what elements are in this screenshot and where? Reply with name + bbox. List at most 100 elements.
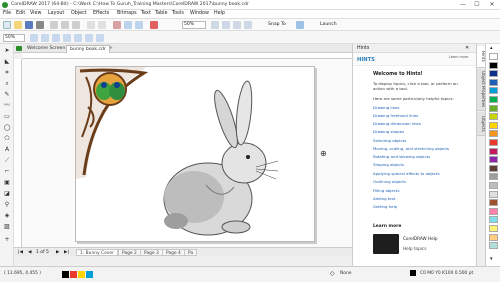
launch-dropdown[interactable]: Launch xyxy=(320,22,337,27)
zoom-all-objects-icon[interactable] xyxy=(63,34,71,42)
zoom-out-icon[interactable] xyxy=(41,34,49,42)
ornament-corner-with-birds[interactable] xyxy=(76,67,149,179)
palette-swatch[interactable] xyxy=(489,199,498,207)
menu-layout[interactable]: Layout xyxy=(48,11,64,16)
page-tab-2[interactable]: Page 2 xyxy=(118,249,141,256)
save-icon[interactable] xyxy=(25,21,33,29)
palette-swatch[interactable] xyxy=(489,173,498,181)
drop-shadow-tool-icon[interactable]: ▣ xyxy=(3,179,11,186)
palette-scroll-up-icon[interactable]: ▴ xyxy=(490,45,493,51)
menu-window[interactable]: Window xyxy=(190,11,209,16)
palette-swatch[interactable] xyxy=(489,164,498,172)
menu-table[interactable]: Table xyxy=(155,11,167,16)
bunny-illustration[interactable] xyxy=(163,80,279,236)
palette-swatch[interactable] xyxy=(489,139,498,146)
hint-topic-rotating-skewing[interactable]: Rotating and skewing objects xyxy=(373,154,430,159)
redo-icon[interactable] xyxy=(98,21,106,29)
zoom-to-page-icon[interactable] xyxy=(74,34,82,42)
palette-swatch[interactable] xyxy=(489,182,498,189)
first-page-icon[interactable]: |◀ xyxy=(18,250,23,255)
cut-icon[interactable] xyxy=(50,21,58,29)
palette-swatch[interactable] xyxy=(489,225,498,232)
menu-object[interactable]: Object xyxy=(71,11,87,16)
drawing-canvas[interactable]: ⊕ xyxy=(22,59,352,247)
crop-tool-icon[interactable]: ⌗ xyxy=(3,69,11,76)
zoom-level-field[interactable]: 50% xyxy=(182,21,206,29)
vertical-ruler[interactable] xyxy=(14,59,22,247)
zoom-select-field[interactable]: 50% xyxy=(3,34,25,42)
palette-swatch[interactable] xyxy=(489,233,498,241)
menu-text[interactable]: Text xyxy=(141,11,151,16)
tab-welcome-screen[interactable]: Welcome Screen xyxy=(24,45,68,53)
zoom-tool-icon[interactable]: ⌕ xyxy=(3,80,11,87)
add-tool-icon[interactable]: + xyxy=(3,236,11,243)
page-tab-4[interactable]: Page 4 xyxy=(162,249,185,256)
parallel-dimension-tool-icon[interactable]: ⟋ xyxy=(3,157,11,164)
hint-topic-adding-text[interactable]: Adding text xyxy=(373,196,395,201)
full-screen-icon[interactable] xyxy=(211,21,219,29)
palette-swatch[interactable] xyxy=(489,70,498,78)
close-docker-icon[interactable]: ✕ xyxy=(465,45,469,51)
palette-swatch[interactable] xyxy=(489,87,498,95)
palette-swatch[interactable] xyxy=(489,104,498,112)
hint-topic-getting-help[interactable]: Getting help xyxy=(373,204,397,209)
search-content-icon[interactable] xyxy=(113,21,121,29)
palette-swatch[interactable] xyxy=(489,78,498,86)
document-page[interactable] xyxy=(75,66,315,242)
open-folder-icon[interactable] xyxy=(14,21,22,29)
menu-edit[interactable]: Edit xyxy=(16,11,25,16)
show-guidelines-icon[interactable] xyxy=(244,21,252,29)
learn-more-link[interactable]: Learn more xyxy=(449,55,469,59)
hint-topic-freehand-lines[interactable]: Drawing freehand lines xyxy=(373,113,418,118)
connector-tool-icon[interactable]: ⌐ xyxy=(3,168,11,175)
export-icon[interactable] xyxy=(135,21,143,29)
palette-scroll-down-icon[interactable]: ▾ xyxy=(490,256,493,262)
polygon-tool-icon[interactable]: ⬠ xyxy=(3,135,11,142)
menu-effects[interactable]: Effects xyxy=(93,11,109,16)
zoom-in-icon[interactable] xyxy=(30,34,38,42)
menu-view[interactable]: View xyxy=(30,11,41,16)
menu-tools[interactable]: Tools xyxy=(172,11,184,16)
smart-fill-tool-icon[interactable]: ▨ xyxy=(3,223,11,230)
document-palette-strip[interactable] xyxy=(62,269,112,279)
shape-tool-icon[interactable]: ◣ xyxy=(3,58,11,65)
zoom-selected-icon[interactable] xyxy=(52,34,60,42)
undo-icon[interactable] xyxy=(87,21,95,29)
freehand-tool-icon[interactable]: ✎ xyxy=(3,91,11,98)
page-tab-5[interactable]: Pa xyxy=(184,249,198,256)
palette-swatch[interactable] xyxy=(489,216,498,224)
show-rulers-icon[interactable] xyxy=(222,21,230,29)
publish-pdf-icon[interactable] xyxy=(150,21,158,29)
hint-topic-drawing-lines[interactable]: Drawing lines xyxy=(373,105,399,110)
transparency-tool-icon[interactable]: ◪ xyxy=(3,190,11,197)
new-document-icon[interactable] xyxy=(3,21,11,29)
help-thumbnail-icon[interactable] xyxy=(373,234,399,254)
zoom-page-height-icon[interactable] xyxy=(96,34,104,42)
zoom-page-width-icon[interactable] xyxy=(85,34,93,42)
print-icon[interactable] xyxy=(36,21,44,29)
snap-to-dropdown[interactable]: Snap To xyxy=(268,22,286,27)
palette-swatch[interactable] xyxy=(489,96,498,103)
maximize-button[interactable]: ☐ xyxy=(470,0,484,10)
hint-topic-selecting-objects[interactable]: Selecting objects xyxy=(373,138,406,143)
import-icon[interactable] xyxy=(124,21,132,29)
hint-topic-shaping-objects[interactable]: Shaping objects xyxy=(373,162,404,167)
tab-bunny-book[interactable]: bunny book.cdr xyxy=(66,45,110,53)
hint-topic-filling-objects[interactable]: Filling objects xyxy=(373,188,399,193)
help-title[interactable]: CorelDRAW Help xyxy=(403,236,437,241)
next-page-icon[interactable]: ▶ xyxy=(56,250,59,255)
interactive-fill-tool-icon[interactable]: ◈ xyxy=(3,212,11,219)
page-tab-1[interactable]: 1: Bunny Cover xyxy=(76,249,118,256)
menu-help[interactable]: Help xyxy=(214,11,225,16)
menu-bitmaps[interactable]: Bitmaps xyxy=(117,11,137,16)
options-gear-icon[interactable] xyxy=(296,21,304,29)
palette-swatch[interactable] xyxy=(489,53,498,60)
palette-swatch[interactable] xyxy=(489,242,498,250)
palette-swatch[interactable] xyxy=(489,156,498,164)
hint-topic-moving-scaling[interactable]: Moving, scaling, and stretching objects xyxy=(373,146,449,151)
minimize-button[interactable]: — xyxy=(456,0,470,10)
hint-topic-special-effects[interactable]: Applying special effects to objects xyxy=(373,171,440,176)
palette-swatch[interactable] xyxy=(489,61,498,69)
palette-swatch[interactable] xyxy=(489,121,498,129)
palette-swatch[interactable] xyxy=(489,207,498,215)
